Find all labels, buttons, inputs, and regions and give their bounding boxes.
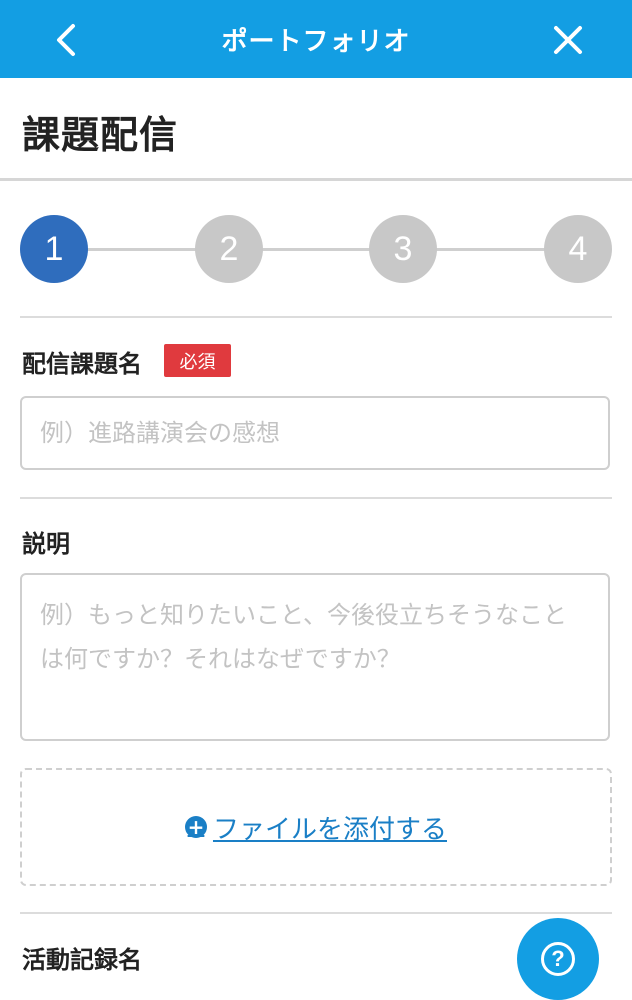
- step-1: 1: [20, 215, 88, 283]
- description-label: 説明: [22, 530, 70, 558]
- step-indicator: 1 2 3 4: [20, 215, 612, 283]
- required-badge: 必須: [164, 344, 231, 377]
- attach-file-area: + ファイルを添付する: [20, 768, 612, 886]
- step-connector-line: [54, 248, 578, 251]
- app-header: ポートフォリオ: [0, 0, 632, 78]
- plus-circle-icon: +: [184, 816, 207, 838]
- divider: [20, 316, 612, 318]
- help-button[interactable]: ?: [517, 918, 599, 1000]
- divider: [20, 912, 612, 914]
- close-button[interactable]: [546, 18, 590, 62]
- divider: [0, 178, 632, 181]
- step-4: 4: [544, 215, 612, 283]
- question-circle-icon: ?: [541, 942, 575, 976]
- step-2: 2: [195, 215, 263, 283]
- page-title: 課題配信: [22, 113, 179, 157]
- attach-file-link[interactable]: + ファイルを添付する: [184, 809, 447, 846]
- step-3: 3: [369, 215, 437, 283]
- description-textarea[interactable]: 例）もっと知りたいこと、今後役立ちそうなことは何ですか？それはなぜですか？: [20, 573, 610, 741]
- back-button[interactable]: [46, 20, 86, 60]
- attach-file-label: ファイルを添付する: [212, 814, 447, 845]
- activity-record-label: 活動記録名: [22, 946, 142, 974]
- task-name-input[interactable]: 例）進路講演会の感想: [20, 396, 610, 470]
- header-title: ポートフォリオ: [221, 26, 411, 57]
- chevron-left-icon: [57, 24, 75, 56]
- task-name-label: 配信課題名: [22, 350, 142, 378]
- close-icon: [554, 26, 582, 54]
- divider: [20, 497, 612, 499]
